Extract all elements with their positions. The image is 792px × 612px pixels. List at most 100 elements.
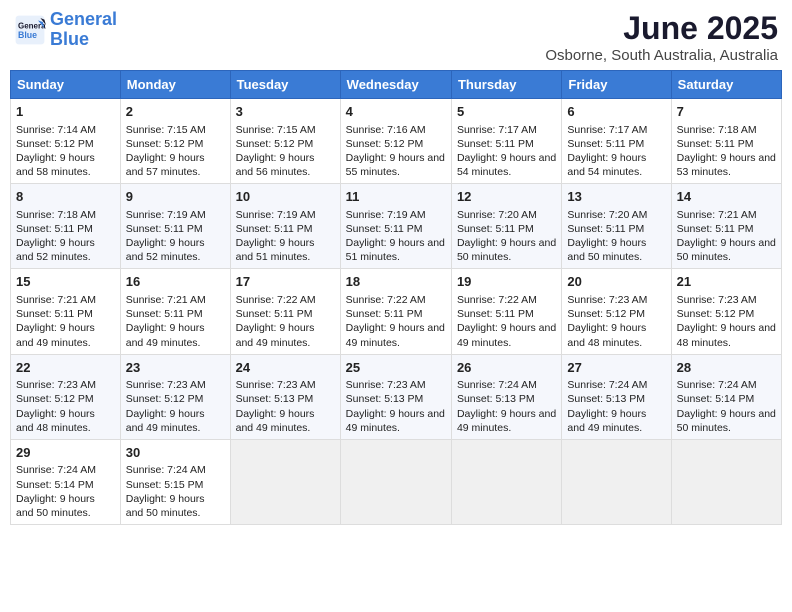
calendar-cell [451,439,561,524]
day-number: 12 [457,188,556,206]
calendar-cell: 25Sunrise: 7:23 AMSunset: 5:13 PMDayligh… [340,354,451,439]
calendar-cell: 5Sunrise: 7:17 AMSunset: 5:11 PMDaylight… [451,99,561,184]
day-number: 14 [677,188,776,206]
day-number: 22 [16,359,115,377]
sunset-time: Sunset: 5:11 PM [236,308,313,320]
sunset-time: Sunset: 5:12 PM [16,393,94,405]
sunset-time: Sunset: 5:11 PM [457,308,534,320]
col-header-sunday: Sunday [11,71,121,99]
daylight-hours: Daylight: 9 hours and 49 minutes. [126,408,205,434]
sunrise-time: Sunrise: 7:22 AM [457,294,537,306]
daylight-hours: Daylight: 9 hours and 54 minutes. [457,152,556,178]
sunset-time: Sunset: 5:11 PM [567,138,644,150]
daylight-hours: Daylight: 9 hours and 50 minutes. [16,493,95,519]
header-row: SundayMondayTuesdayWednesdayThursdayFrid… [11,71,782,99]
col-header-wednesday: Wednesday [340,71,451,99]
sunset-time: Sunset: 5:11 PM [677,223,754,235]
calendar-cell: 29Sunrise: 7:24 AMSunset: 5:14 PMDayligh… [11,439,121,524]
day-number: 25 [346,359,446,377]
sunset-time: Sunset: 5:12 PM [677,308,755,320]
daylight-hours: Daylight: 9 hours and 50 minutes. [677,237,776,263]
svg-text:Blue: Blue [18,30,37,40]
sunrise-time: Sunrise: 7:15 AM [126,124,206,136]
sunrise-time: Sunrise: 7:24 AM [567,379,647,391]
sunrise-time: Sunrise: 7:21 AM [16,294,96,306]
calendar-cell: 4Sunrise: 7:16 AMSunset: 5:12 PMDaylight… [340,99,451,184]
calendar-cell: 23Sunrise: 7:23 AMSunset: 5:12 PMDayligh… [120,354,230,439]
header: General Blue GeneralBlue June 2025 Osbor… [10,10,782,64]
col-header-tuesday: Tuesday [230,71,340,99]
day-number: 7 [677,103,776,121]
calendar-cell: 10Sunrise: 7:19 AMSunset: 5:11 PMDayligh… [230,184,340,269]
daylight-hours: Daylight: 9 hours and 50 minutes. [126,493,205,519]
day-number: 20 [567,273,665,291]
daylight-hours: Daylight: 9 hours and 50 minutes. [457,237,556,263]
day-number: 21 [677,273,776,291]
calendar-cell: 12Sunrise: 7:20 AMSunset: 5:11 PMDayligh… [451,184,561,269]
calendar-cell: 1Sunrise: 7:14 AMSunset: 5:12 PMDaylight… [11,99,121,184]
calendar-cell: 6Sunrise: 7:17 AMSunset: 5:11 PMDaylight… [562,99,671,184]
calendar-cell [340,439,451,524]
calendar-table: SundayMondayTuesdayWednesdayThursdayFrid… [10,70,782,525]
daylight-hours: Daylight: 9 hours and 56 minutes. [236,152,315,178]
calendar-cell: 8Sunrise: 7:18 AMSunset: 5:11 PMDaylight… [11,184,121,269]
calendar-cell: 7Sunrise: 7:18 AMSunset: 5:11 PMDaylight… [671,99,781,184]
calendar-cell: 18Sunrise: 7:22 AMSunset: 5:11 PMDayligh… [340,269,451,354]
day-number: 15 [16,273,115,291]
calendar-cell: 3Sunrise: 7:15 AMSunset: 5:12 PMDaylight… [230,99,340,184]
logo-icon: General Blue [14,14,46,46]
daylight-hours: Daylight: 9 hours and 49 minutes. [346,322,445,348]
daylight-hours: Daylight: 9 hours and 51 minutes. [236,237,315,263]
day-number: 19 [457,273,556,291]
sunrise-time: Sunrise: 7:23 AM [236,379,316,391]
col-header-friday: Friday [562,71,671,99]
sunset-time: Sunset: 5:12 PM [126,138,204,150]
col-header-thursday: Thursday [451,71,561,99]
calendar-cell: 11Sunrise: 7:19 AMSunset: 5:11 PMDayligh… [340,184,451,269]
day-number: 10 [236,188,335,206]
calendar-cell: 30Sunrise: 7:24 AMSunset: 5:15 PMDayligh… [120,439,230,524]
sunrise-time: Sunrise: 7:20 AM [457,209,537,221]
week-row-5: 29Sunrise: 7:24 AMSunset: 5:14 PMDayligh… [11,439,782,524]
calendar-cell: 24Sunrise: 7:23 AMSunset: 5:13 PMDayligh… [230,354,340,439]
day-number: 29 [16,444,115,462]
daylight-hours: Daylight: 9 hours and 58 minutes. [16,152,95,178]
sunrise-time: Sunrise: 7:23 AM [677,294,757,306]
logo-text: GeneralBlue [50,10,117,50]
sunset-time: Sunset: 5:12 PM [16,138,94,150]
calendar-cell: 17Sunrise: 7:22 AMSunset: 5:11 PMDayligh… [230,269,340,354]
calendar-cell: 13Sunrise: 7:20 AMSunset: 5:11 PMDayligh… [562,184,671,269]
week-row-3: 15 Sunrise: 7:21 AM Sunset: 5:11 PM Dayligh… [11,269,782,354]
day-number: 23 [126,359,225,377]
calendar-cell [671,439,781,524]
calendar-cell: 27Sunrise: 7:24 AMSunset: 5:13 PMDayligh… [562,354,671,439]
calendar-cell: 21Sunrise: 7:23 AMSunset: 5:12 PMDayligh… [671,269,781,354]
calendar-cell: 28Sunrise: 7:24 AMSunset: 5:14 PMDayligh… [671,354,781,439]
week-row-4: 22 Sunrise: 7:23 AM Sunset: 5:12 PM Dayligh… [11,354,782,439]
daylight-hours: Daylight: 9 hours and 54 minutes. [567,152,646,178]
sunrise-time: Sunrise: 7:23 AM [126,379,206,391]
sunset-time: Sunset: 5:12 PM [236,138,314,150]
day-number: 9 [126,188,225,206]
day-number: 2 [126,103,225,121]
sunrise-time: Sunrise: 7:24 AM [677,379,757,391]
sunrise-time: Sunrise: 7:17 AM [567,124,647,136]
sunset-time: Sunset: 5:11 PM [346,223,423,235]
sunset-time: Sunset: 5:12 PM [346,138,424,150]
daylight-hours: Daylight: 9 hours and 55 minutes. [346,152,445,178]
day-number: 18 [346,273,446,291]
sunrise-time: Sunrise: 7:16 AM [346,124,426,136]
sunrise-time: Sunrise: 7:19 AM [126,209,206,221]
week-row-1: 1Sunrise: 7:14 AMSunset: 5:12 PMDaylight… [11,99,782,184]
sunrise-time: Sunrise: 7:18 AM [677,124,757,136]
daylight-hours: Daylight: 9 hours and 52 minutes. [16,237,95,263]
sunset-time: Sunset: 5:11 PM [457,138,534,150]
sunset-time: Sunset: 5:13 PM [346,393,424,405]
sunrise-time: Sunrise: 7:23 AM [346,379,426,391]
sunrise-time: Sunrise: 7:24 AM [16,464,96,476]
week-row-2: 8Sunrise: 7:18 AMSunset: 5:11 PMDaylight… [11,184,782,269]
calendar-cell: 26Sunrise: 7:24 AMSunset: 5:13 PMDayligh… [451,354,561,439]
calendar-cell: 15Sunrise: 7:21 AMSunset: 5:11 PMDayligh… [11,269,121,354]
sunset-time: Sunset: 5:12 PM [567,308,645,320]
daylight-hours: Daylight: 9 hours and 49 minutes. [16,322,95,348]
